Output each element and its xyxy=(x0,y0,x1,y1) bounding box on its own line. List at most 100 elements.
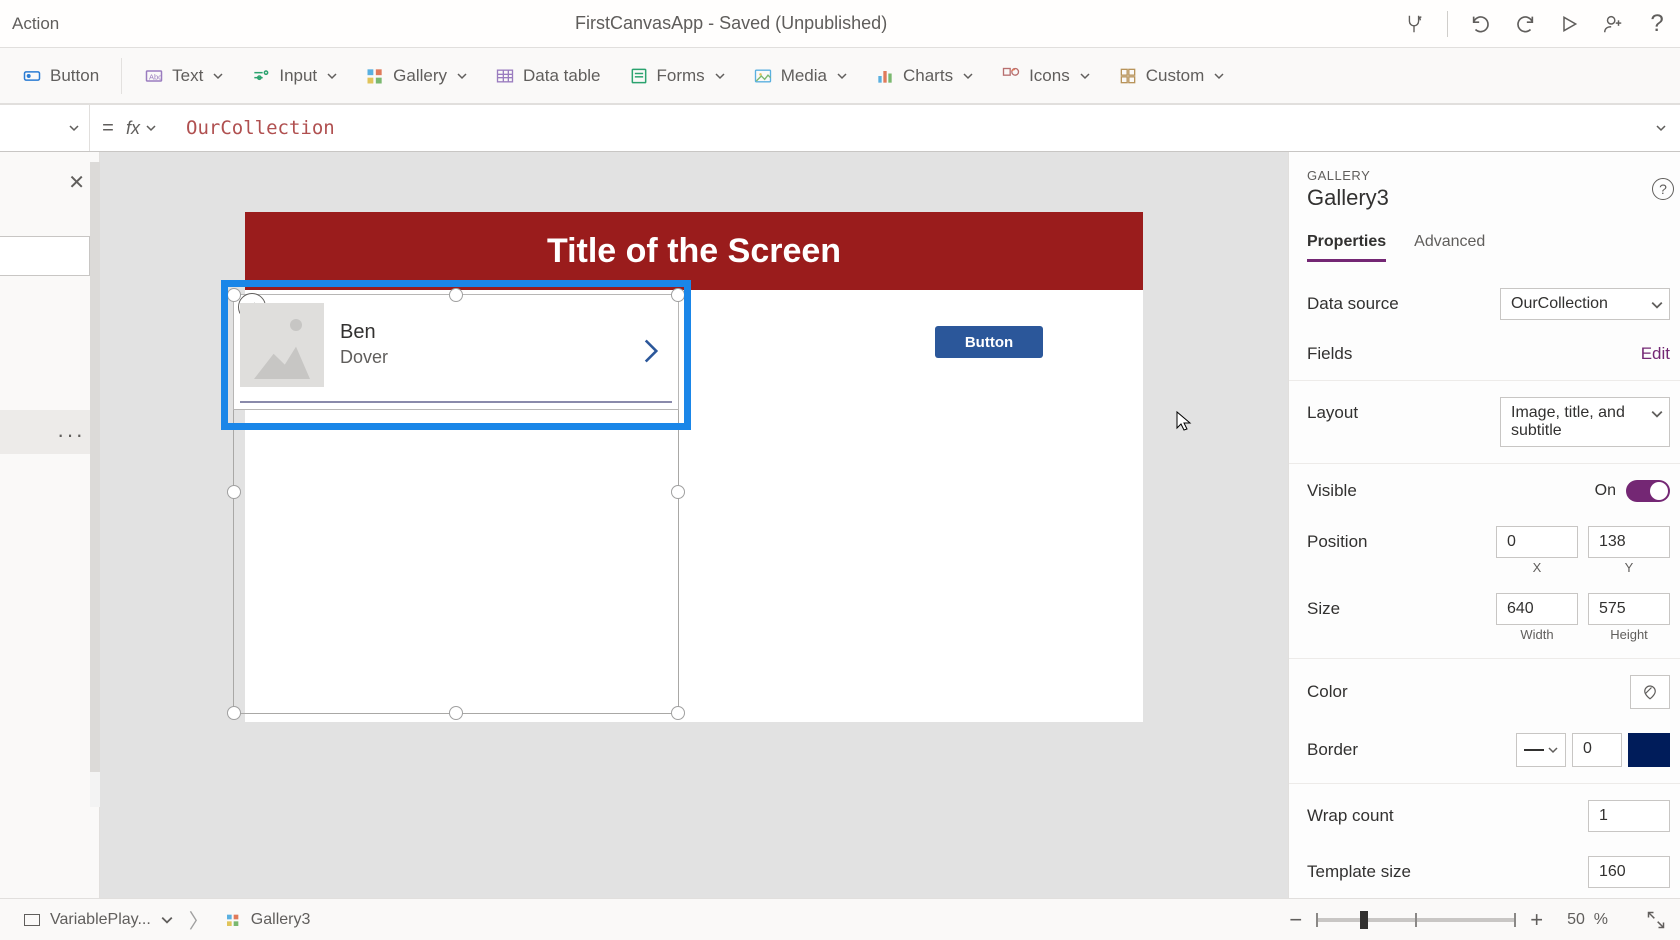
breadcrumb-screen-label: VariablePlay... xyxy=(50,911,151,929)
prop-visible-toggle[interactable] xyxy=(1626,480,1670,502)
prop-size-label: Size xyxy=(1307,599,1496,619)
insert-text-label: Text xyxy=(172,66,203,86)
insert-gallery[interactable]: Gallery xyxy=(353,60,479,92)
insert-button-label: Button xyxy=(50,66,99,86)
title-bar: Action FirstCanvasApp - Saved (Unpublish… xyxy=(0,0,1680,48)
prop-datasource-select[interactable]: OurCollection xyxy=(1500,288,1670,320)
zoom-in-button[interactable]: + xyxy=(1530,907,1543,933)
canvas-button[interactable]: Button xyxy=(935,326,1043,358)
panel-type-label: GALLERY xyxy=(1307,168,1680,183)
redo-icon[interactable] xyxy=(1514,13,1536,35)
prop-visible-value: On xyxy=(1595,482,1616,500)
gallery-selection-outline xyxy=(221,280,691,430)
tree-scrollbar[interactable] xyxy=(90,162,100,807)
zoom-pct: % xyxy=(1594,911,1608,928)
prop-fields-edit-link[interactable]: Edit xyxy=(1641,344,1670,364)
prop-visible-label: Visible xyxy=(1307,481,1595,501)
prop-layout-label: Layout xyxy=(1307,397,1500,423)
svg-text:Abc: Abc xyxy=(149,72,162,81)
screen-title-label: Title of the Screen xyxy=(245,212,1143,290)
prop-y-sublabel: Y xyxy=(1588,560,1670,575)
breadcrumb-screen[interactable]: VariablePlay... xyxy=(14,907,183,933)
status-bar: VariablePlay... 〉 Gallery3 − + 50 % xyxy=(0,898,1680,940)
insert-ribbon: Button Abc Text Input Gallery Data table… xyxy=(0,48,1680,104)
formula-expand-button[interactable] xyxy=(1640,123,1680,133)
zoom-out-button[interactable]: − xyxy=(1289,907,1302,933)
tree-item-more-icon[interactable]: ··· xyxy=(57,422,85,448)
prop-border-width-input[interactable]: 0 xyxy=(1572,733,1622,767)
tree-search-input[interactable] xyxy=(0,236,90,276)
breadcrumb-control-label: Gallery3 xyxy=(251,911,311,929)
insert-icons-label: Icons xyxy=(1029,66,1070,86)
resize-handle[interactable] xyxy=(227,485,241,499)
resize-handle[interactable] xyxy=(227,706,241,720)
menu-action[interactable]: Action xyxy=(12,14,59,34)
tab-advanced[interactable]: Advanced xyxy=(1414,233,1485,262)
insert-custom[interactable]: Custom xyxy=(1106,60,1237,92)
breadcrumb-control[interactable]: Gallery3 xyxy=(215,907,321,933)
prop-position-y-input[interactable]: 138 xyxy=(1588,526,1670,558)
share-icon[interactable] xyxy=(1602,13,1624,35)
properties-pane: GALLERY Gallery3 ? Properties Advanced D… xyxy=(1288,152,1680,898)
prop-layout-value: Image, title, and subtitle xyxy=(1511,404,1625,439)
app-title: FirstCanvasApp - Saved (Unpublished) xyxy=(59,13,1403,34)
insert-charts[interactable]: Charts xyxy=(863,60,985,92)
prop-wrapcount-input[interactable]: 1 xyxy=(1588,800,1670,832)
prop-position-label: Position xyxy=(1307,532,1496,552)
app-screen[interactable]: Title of the Screen Ben Dover xyxy=(245,212,1143,722)
control-name-label[interactable]: Gallery3 xyxy=(1307,185,1680,211)
tab-properties[interactable]: Properties xyxy=(1307,233,1386,262)
prop-x-sublabel: X xyxy=(1496,560,1578,575)
resize-handle[interactable] xyxy=(449,706,463,720)
formula-input[interactable]: OurCollection xyxy=(174,117,1640,139)
prop-height-input[interactable]: 575 xyxy=(1588,593,1670,625)
panel-help-icon[interactable]: ? xyxy=(1652,178,1674,200)
zoom-thumb[interactable] xyxy=(1360,911,1368,929)
insert-text[interactable]: Abc Text xyxy=(132,60,235,92)
prop-position-x-input[interactable]: 0 xyxy=(1496,526,1578,558)
close-icon[interactable]: ✕ xyxy=(68,170,85,195)
insert-media[interactable]: Media xyxy=(741,60,859,92)
mouse-cursor-icon xyxy=(1175,410,1193,432)
prop-width-input[interactable]: 640 xyxy=(1496,593,1578,625)
undo-icon[interactable] xyxy=(1470,13,1492,35)
prop-templatesize-label: Template size xyxy=(1307,862,1588,882)
insert-forms-label: Forms xyxy=(657,66,705,86)
fx-label: fx xyxy=(126,118,140,139)
insert-gallery-label: Gallery xyxy=(393,66,447,86)
tree-view-pane: ✕ ··· xyxy=(0,152,100,898)
insert-datatable-label: Data table xyxy=(523,66,601,86)
prop-fields-label: Fields xyxy=(1307,344,1641,364)
insert-input[interactable]: Input xyxy=(239,60,349,92)
resize-handle[interactable] xyxy=(671,706,685,720)
insert-custom-label: Custom xyxy=(1146,66,1205,86)
prop-templatesize-input[interactable]: 160 xyxy=(1588,856,1670,888)
prop-layout-select[interactable]: Image, title, and subtitle xyxy=(1500,397,1670,447)
prop-datasource-value: OurCollection xyxy=(1511,295,1608,312)
property-selector[interactable] xyxy=(0,105,90,151)
insert-forms[interactable]: Forms xyxy=(617,60,737,92)
insert-charts-label: Charts xyxy=(903,66,953,86)
fx-button[interactable]: fx xyxy=(126,118,174,139)
prop-border-style-select[interactable] xyxy=(1516,733,1566,767)
insert-button[interactable]: Button xyxy=(10,60,111,92)
help-icon[interactable]: ? xyxy=(1646,13,1668,35)
app-checker-icon[interactable] xyxy=(1403,13,1425,35)
prop-border-label: Border xyxy=(1307,740,1516,760)
canvas-area[interactable]: Title of the Screen Ben Dover xyxy=(100,152,1288,898)
zoom-slider[interactable] xyxy=(1316,918,1516,922)
prop-color-picker[interactable] xyxy=(1630,675,1670,709)
gallery-icon xyxy=(225,912,241,928)
insert-datatable[interactable]: Data table xyxy=(483,60,613,92)
prop-color-label: Color xyxy=(1307,682,1630,702)
screen-icon xyxy=(24,914,40,926)
prop-wrapcount-label: Wrap count xyxy=(1307,806,1588,826)
prop-datasource-label: Data source xyxy=(1307,294,1500,314)
play-icon[interactable] xyxy=(1558,13,1580,35)
formula-bar: = fx OurCollection xyxy=(0,104,1680,152)
fit-to-screen-icon[interactable] xyxy=(1646,910,1666,930)
insert-input-label: Input xyxy=(279,66,317,86)
resize-handle[interactable] xyxy=(671,485,685,499)
insert-icons[interactable]: Icons xyxy=(989,60,1102,92)
prop-border-color-picker[interactable] xyxy=(1628,733,1670,767)
